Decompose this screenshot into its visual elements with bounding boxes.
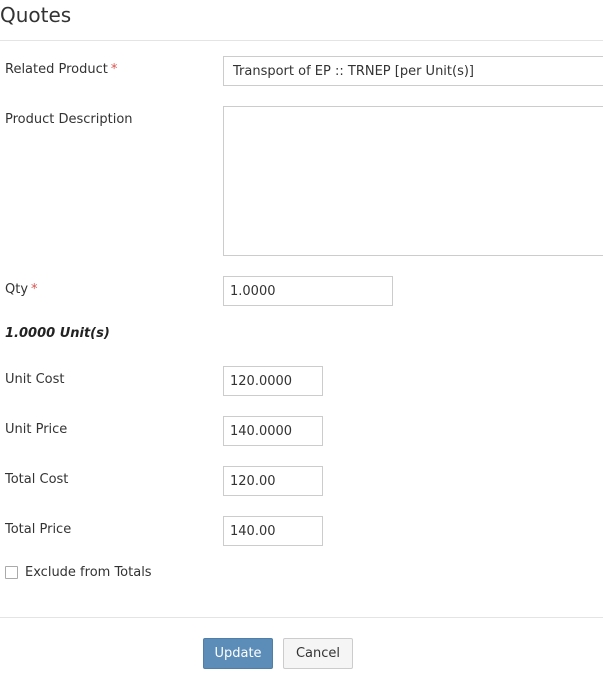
update-button[interactable]: Update <box>203 638 273 669</box>
total-cost-input[interactable]: 120.00 <box>223 466 323 496</box>
total-cost-value: 120.00 <box>230 473 276 489</box>
related-product-label: Related Product * <box>5 62 117 77</box>
related-product-value: Transport of EP :: TRNEP [per Unit(s)] <box>233 63 475 79</box>
exclude-from-totals-checkbox[interactable] <box>5 566 18 579</box>
unit-price-input[interactable]: 140.0000 <box>223 416 323 446</box>
unit-price-value: 140.0000 <box>230 423 293 439</box>
header-divider <box>0 40 603 41</box>
related-product-label-text: Related Product <box>5 62 108 77</box>
unit-cost-input[interactable]: 120.0000 <box>223 366 323 396</box>
related-product-field[interactable]: Transport of EP :: TRNEP [per Unit(s)] <box>223 56 603 86</box>
required-asterisk: * <box>110 62 118 77</box>
unit-cost-value: 120.0000 <box>230 373 293 389</box>
exclude-from-totals-label[interactable]: Exclude from Totals <box>25 565 152 580</box>
product-description-textarea[interactable] <box>223 106 603 256</box>
product-description-label: Product Description <box>5 112 133 127</box>
total-cost-label: Total Cost <box>5 472 69 487</box>
required-asterisk: * <box>31 282 38 297</box>
unit-cost-label: Unit Cost <box>5 372 65 387</box>
total-price-input[interactable]: 140.00 <box>223 516 323 546</box>
cancel-button[interactable]: Cancel <box>283 638 353 669</box>
total-price-value: 140.00 <box>230 523 276 539</box>
total-price-label: Total Price <box>5 522 72 537</box>
qty-label: Qty * <box>5 282 38 297</box>
qty-value: 1.0000 <box>230 283 276 299</box>
units-summary: 1.0000 Unit(s) <box>5 326 110 341</box>
qty-input[interactable]: 1.0000 <box>223 276 393 306</box>
unit-price-label: Unit Price <box>5 422 68 437</box>
dialog-title: Quotes <box>0 3 72 27</box>
footer-divider <box>0 617 603 618</box>
qty-label-text: Qty <box>5 282 29 297</box>
